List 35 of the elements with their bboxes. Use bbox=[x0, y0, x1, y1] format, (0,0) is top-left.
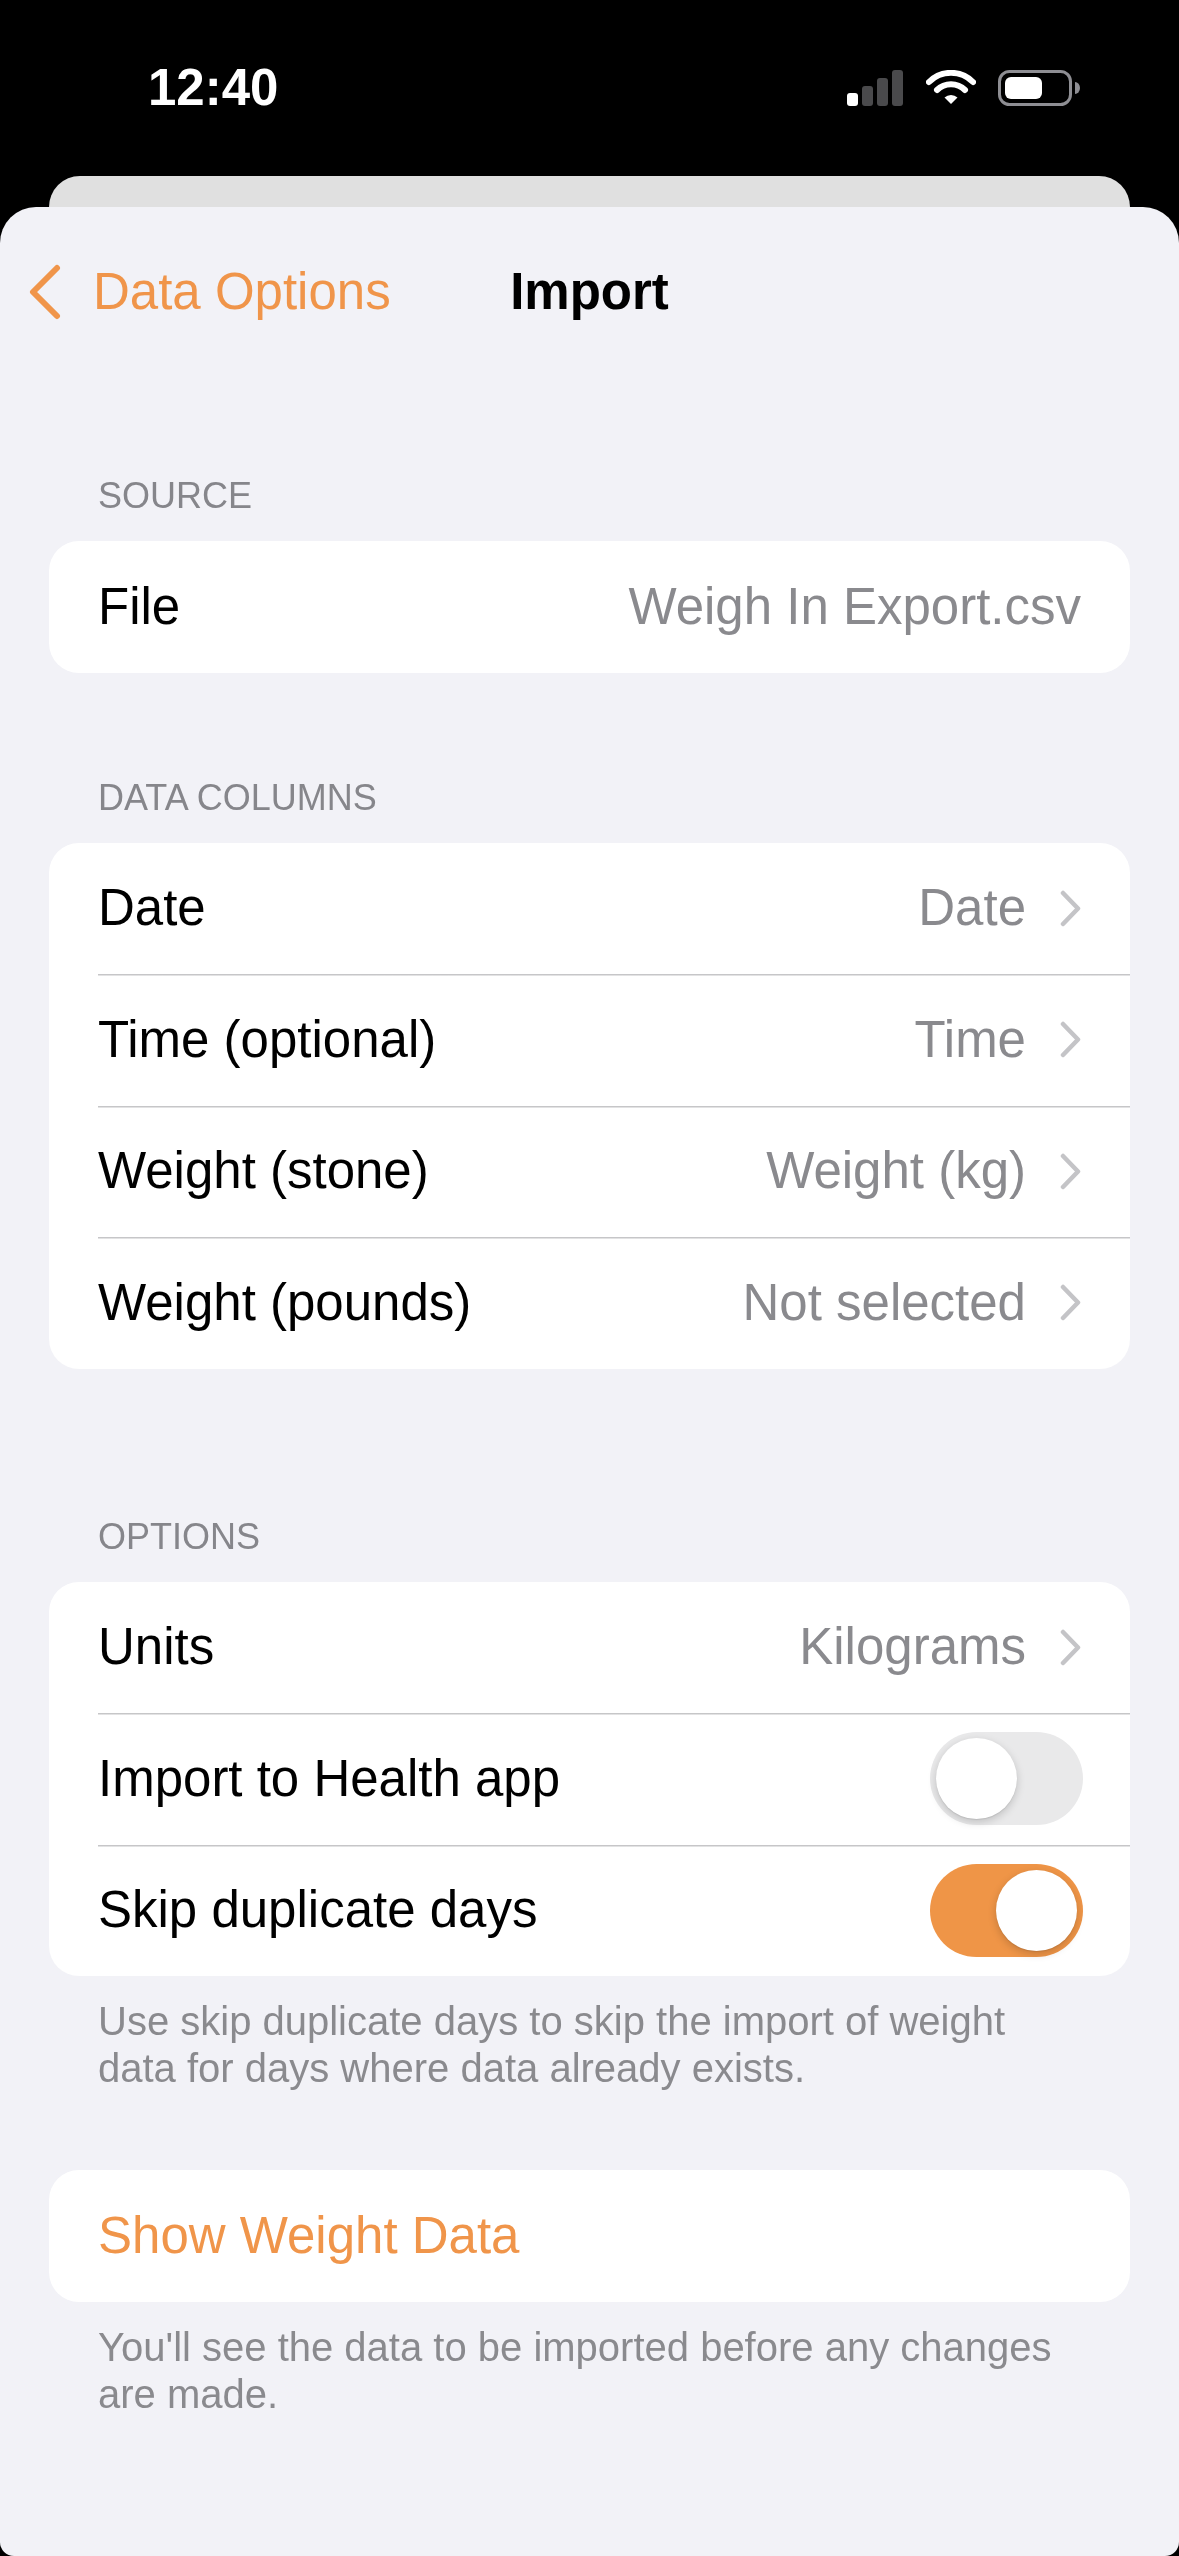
chevron-right-icon bbox=[1060, 889, 1081, 927]
section-header: OPTIONS bbox=[97, 1514, 262, 1559]
nav-title: Import bbox=[510, 262, 669, 322]
row-value: Time bbox=[914, 1009, 1026, 1070]
row-label: File bbox=[98, 576, 182, 637]
list-row[interactable]: Weight (pounds) Not selected bbox=[49, 1237, 1130, 1369]
chevron-left-icon bbox=[28, 264, 62, 320]
row-value: Weight (kg) bbox=[766, 1141, 1026, 1202]
row-label: Skip duplicate days bbox=[98, 1880, 539, 1941]
row-value: Not selected bbox=[742, 1272, 1026, 1333]
section-header: SOURCE bbox=[97, 474, 254, 518]
list-row[interactable]: Weight (stone) Weight (kg) bbox=[49, 1105, 1130, 1237]
row-value: Kilograms bbox=[799, 1617, 1026, 1678]
battery-icon bbox=[998, 70, 1081, 106]
row-value: Date bbox=[918, 878, 1026, 939]
chevron-right-icon bbox=[1060, 1021, 1081, 1059]
chevron-right-icon bbox=[1060, 1284, 1081, 1322]
wifi-icon bbox=[926, 70, 976, 106]
signal-icon bbox=[847, 70, 904, 106]
row-value: Weigh In Export.csv bbox=[628, 576, 1081, 637]
row-label: Weight (stone) bbox=[98, 1141, 430, 1202]
list-row[interactable]: Time (optional) Time bbox=[49, 974, 1130, 1106]
status-time: 12:40 bbox=[148, 58, 279, 118]
list-row[interactable]: Units Kilograms bbox=[49, 1581, 1130, 1713]
row-label: Units bbox=[98, 1617, 216, 1678]
row-label: Time (optional) bbox=[98, 1009, 438, 1070]
section-header: DATA COLUMNS bbox=[97, 775, 378, 820]
chevron-right-icon bbox=[1060, 1628, 1081, 1666]
row-label: Date bbox=[98, 878, 207, 939]
list-row[interactable]: Date Date bbox=[49, 842, 1130, 974]
section-footer: You'll see the data to be imported before any changes are made. bbox=[49, 2323, 1130, 2418]
chevron-right-icon bbox=[1060, 1152, 1081, 1190]
row-label: Weight (pounds) bbox=[98, 1272, 473, 1333]
row-label: Import to Health app bbox=[98, 1748, 562, 1809]
section-footer: Use skip duplicate days to skip the import of weight data for days where data already exists. bbox=[49, 1998, 1130, 2092]
